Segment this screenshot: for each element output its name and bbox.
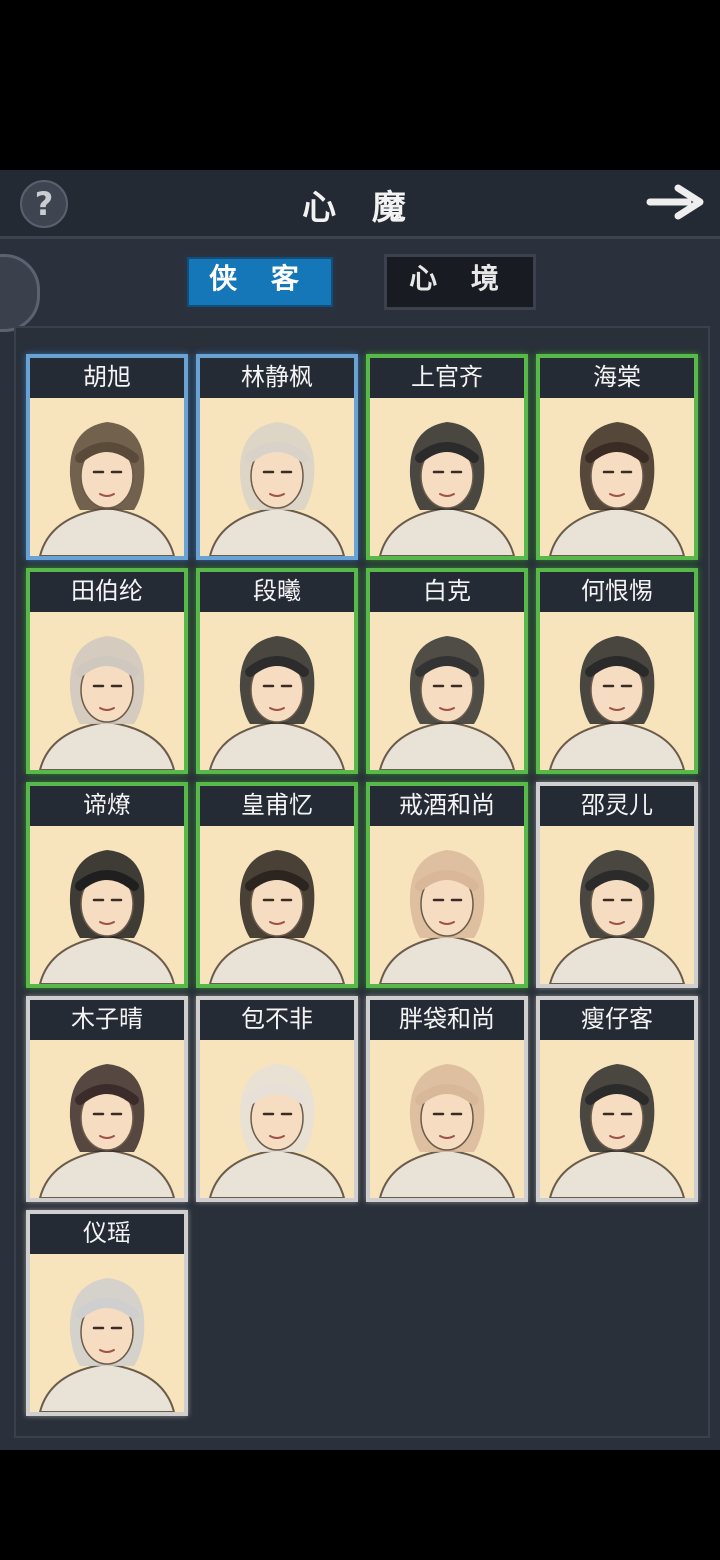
hero-portrait-image [30,398,184,556]
hero-portrait-image [540,398,694,556]
hero-card[interactable]: 段曦 [196,568,358,774]
hero-portrait-image [540,612,694,770]
hero-portrait-image [370,826,524,984]
hero-card[interactable]: 田伯纶 [26,568,188,774]
header: ? 心 魔 [0,170,720,239]
hero-card[interactable]: 白克 [366,568,528,774]
hero-name: 瘦仔客 [540,1000,694,1040]
hero-name: 木子晴 [30,1000,184,1040]
hero-portrait-image [370,1040,524,1198]
hero-name: 林静枫 [200,358,354,398]
hero-card[interactable]: 胖袋和尚 [366,996,528,1202]
hero-portrait-image [540,1040,694,1198]
hero-name: 段曦 [200,572,354,612]
hero-card[interactable]: 何恨惕 [536,568,698,774]
hero-name: 包不非 [200,1000,354,1040]
top-letterbox [0,0,720,170]
heart-demon-screen: ? 心 魔 侠 客 心 境 胡旭 林静枫 上官齐 海棠田伯纶 段曦 白克 何恨惕谛燎 皇甫忆戒… [0,170,720,1450]
hero-card[interactable]: 林静枫 [196,354,358,560]
hero-name: 胖袋和尚 [370,1000,524,1040]
hero-portrait-image [370,398,524,556]
hero-portrait-image [370,612,524,770]
hero-card[interactable]: 仪瑶 [26,1210,188,1416]
hero-portrait-image [30,826,184,984]
hero-name: 何恨惕 [540,572,694,612]
hero-portrait-image [200,398,354,556]
hero-grid: 胡旭 林静枫 上官齐 海棠田伯纶 段曦 白克 何恨惕谛燎 皇甫忆 戒酒和尚 邵灵儿木子晴 包不非 胖袋… [14,326,710,1438]
hero-portrait-image [200,612,354,770]
arrow-right-icon[interactable] [644,180,708,224]
hero-portrait-image [200,826,354,984]
hero-portrait-image [30,1040,184,1198]
hero-card[interactable]: 海棠 [536,354,698,560]
tab-heroes[interactable]: 侠 客 [184,254,336,310]
hero-portrait-image [30,612,184,770]
hero-card[interactable]: 皇甫忆 [196,782,358,988]
hero-name: 白克 [370,572,524,612]
hero-card[interactable]: 木子晴 [26,996,188,1202]
hero-card[interactable]: 谛燎 [26,782,188,988]
hero-name: 海棠 [540,358,694,398]
hero-portrait-image [540,826,694,984]
hero-card[interactable]: 胡旭 [26,354,188,560]
hero-card[interactable]: 上官齐 [366,354,528,560]
hero-name: 仪瑶 [30,1214,184,1254]
bottom-letterbox [0,1450,720,1560]
hero-portrait-image [200,1040,354,1198]
tab-mind-state[interactable]: 心 境 [384,254,536,310]
hero-portrait-image [30,1254,184,1412]
hero-name: 戒酒和尚 [370,786,524,826]
hero-card[interactable]: 瘦仔客 [536,996,698,1202]
hero-card[interactable]: 戒酒和尚 [366,782,528,988]
hero-name: 上官齐 [370,358,524,398]
side-badge-icon[interactable] [0,254,40,332]
hero-card[interactable]: 邵灵儿 [536,782,698,988]
hero-name: 皇甫忆 [200,786,354,826]
hero-card[interactable]: 包不非 [196,996,358,1202]
hero-name: 胡旭 [30,358,184,398]
page-title: 心 魔 [302,188,418,228]
hero-name: 谛燎 [30,786,184,826]
hero-name: 田伯纶 [30,572,184,612]
hero-name: 邵灵儿 [540,786,694,826]
